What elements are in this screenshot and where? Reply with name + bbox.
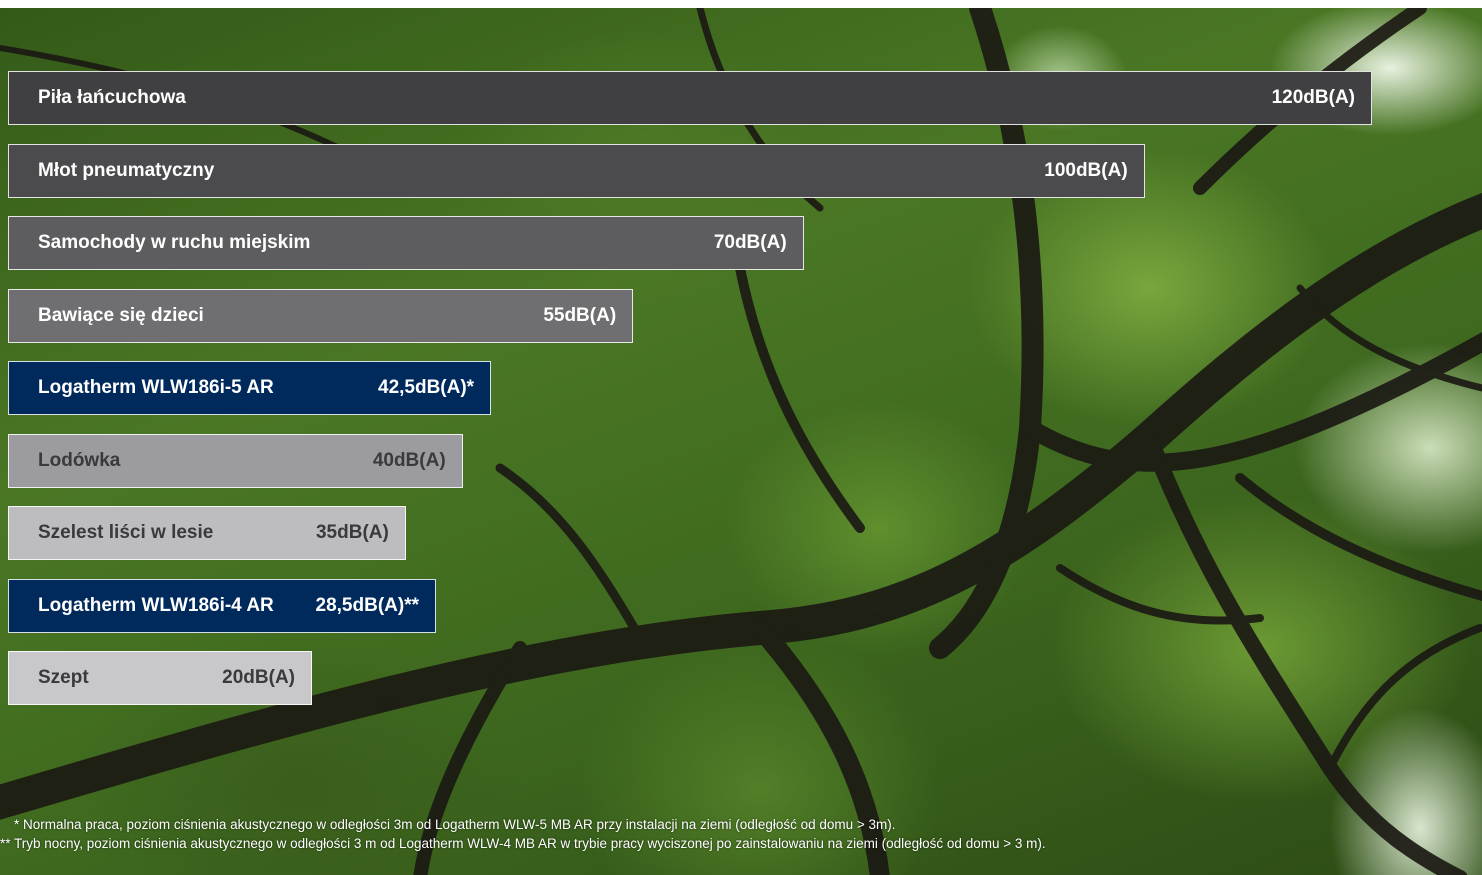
bar-label: Logatherm WLW186i-4 AR	[38, 595, 274, 616]
bar-1: Piła łańcuchowa 120dB(A)	[8, 71, 1372, 125]
footnotes: * Normalna praca, poziom ciśnienia akust…	[0, 815, 1250, 853]
bar-4: Bawiące się dzieci 55dB(A)	[8, 289, 634, 343]
bar-label: Bawiące się dzieci	[38, 305, 204, 326]
bar-value-label: 70dB(A)	[713, 232, 787, 253]
bar-5: Logatherm WLW186i-5 AR 42,5dB(A)*	[8, 361, 492, 415]
bar-label: Lodówka	[38, 450, 121, 471]
bar-value-label: 20dB(A)	[222, 667, 295, 688]
bar-label: Szept	[38, 667, 89, 688]
bar-6: Lodówka 40dB(A)	[8, 434, 463, 488]
bar-2: Młot pneumatyczny 100dB(A)	[8, 144, 1145, 198]
bar-label: Szelest liści w lesie	[38, 522, 214, 543]
bar-label: Samochody w ruchu miejskim	[38, 232, 311, 253]
footnote-2: ** Tryb nocny, poziom ciśnienia akustycz…	[0, 836, 1046, 851]
bar-value-label: 35dB(A)	[315, 522, 389, 543]
bar-8: Logatherm WLW186i-4 AR 28,5dB(A)**	[8, 579, 436, 633]
bar-value-label: 120dB(A)	[1271, 87, 1355, 108]
bar-9: Szept 20dB(A)	[8, 651, 312, 705]
bar-value-label: 42,5dB(A)*	[378, 377, 475, 398]
bar-label: Młot pneumatyczny	[38, 160, 215, 181]
bar-value-label: 100dB(A)	[1044, 160, 1128, 181]
bar-label: Piła łańcuchowa	[38, 87, 186, 108]
bar-value-label: 40dB(A)	[372, 450, 446, 471]
bar-3: Samochody w ruchu miejskim 70dB(A)	[8, 216, 804, 270]
footnote-1: * Normalna praca, poziom ciśnienia akust…	[14, 817, 896, 832]
bar-label: Logatherm WLW186i-5 AR	[38, 377, 274, 398]
bar-value-label: 55dB(A)	[543, 305, 617, 326]
bar-7: Szelest liści w lesie 35dB(A)	[8, 506, 406, 560]
bar-value-label: 28,5dB(A)**	[315, 595, 419, 616]
